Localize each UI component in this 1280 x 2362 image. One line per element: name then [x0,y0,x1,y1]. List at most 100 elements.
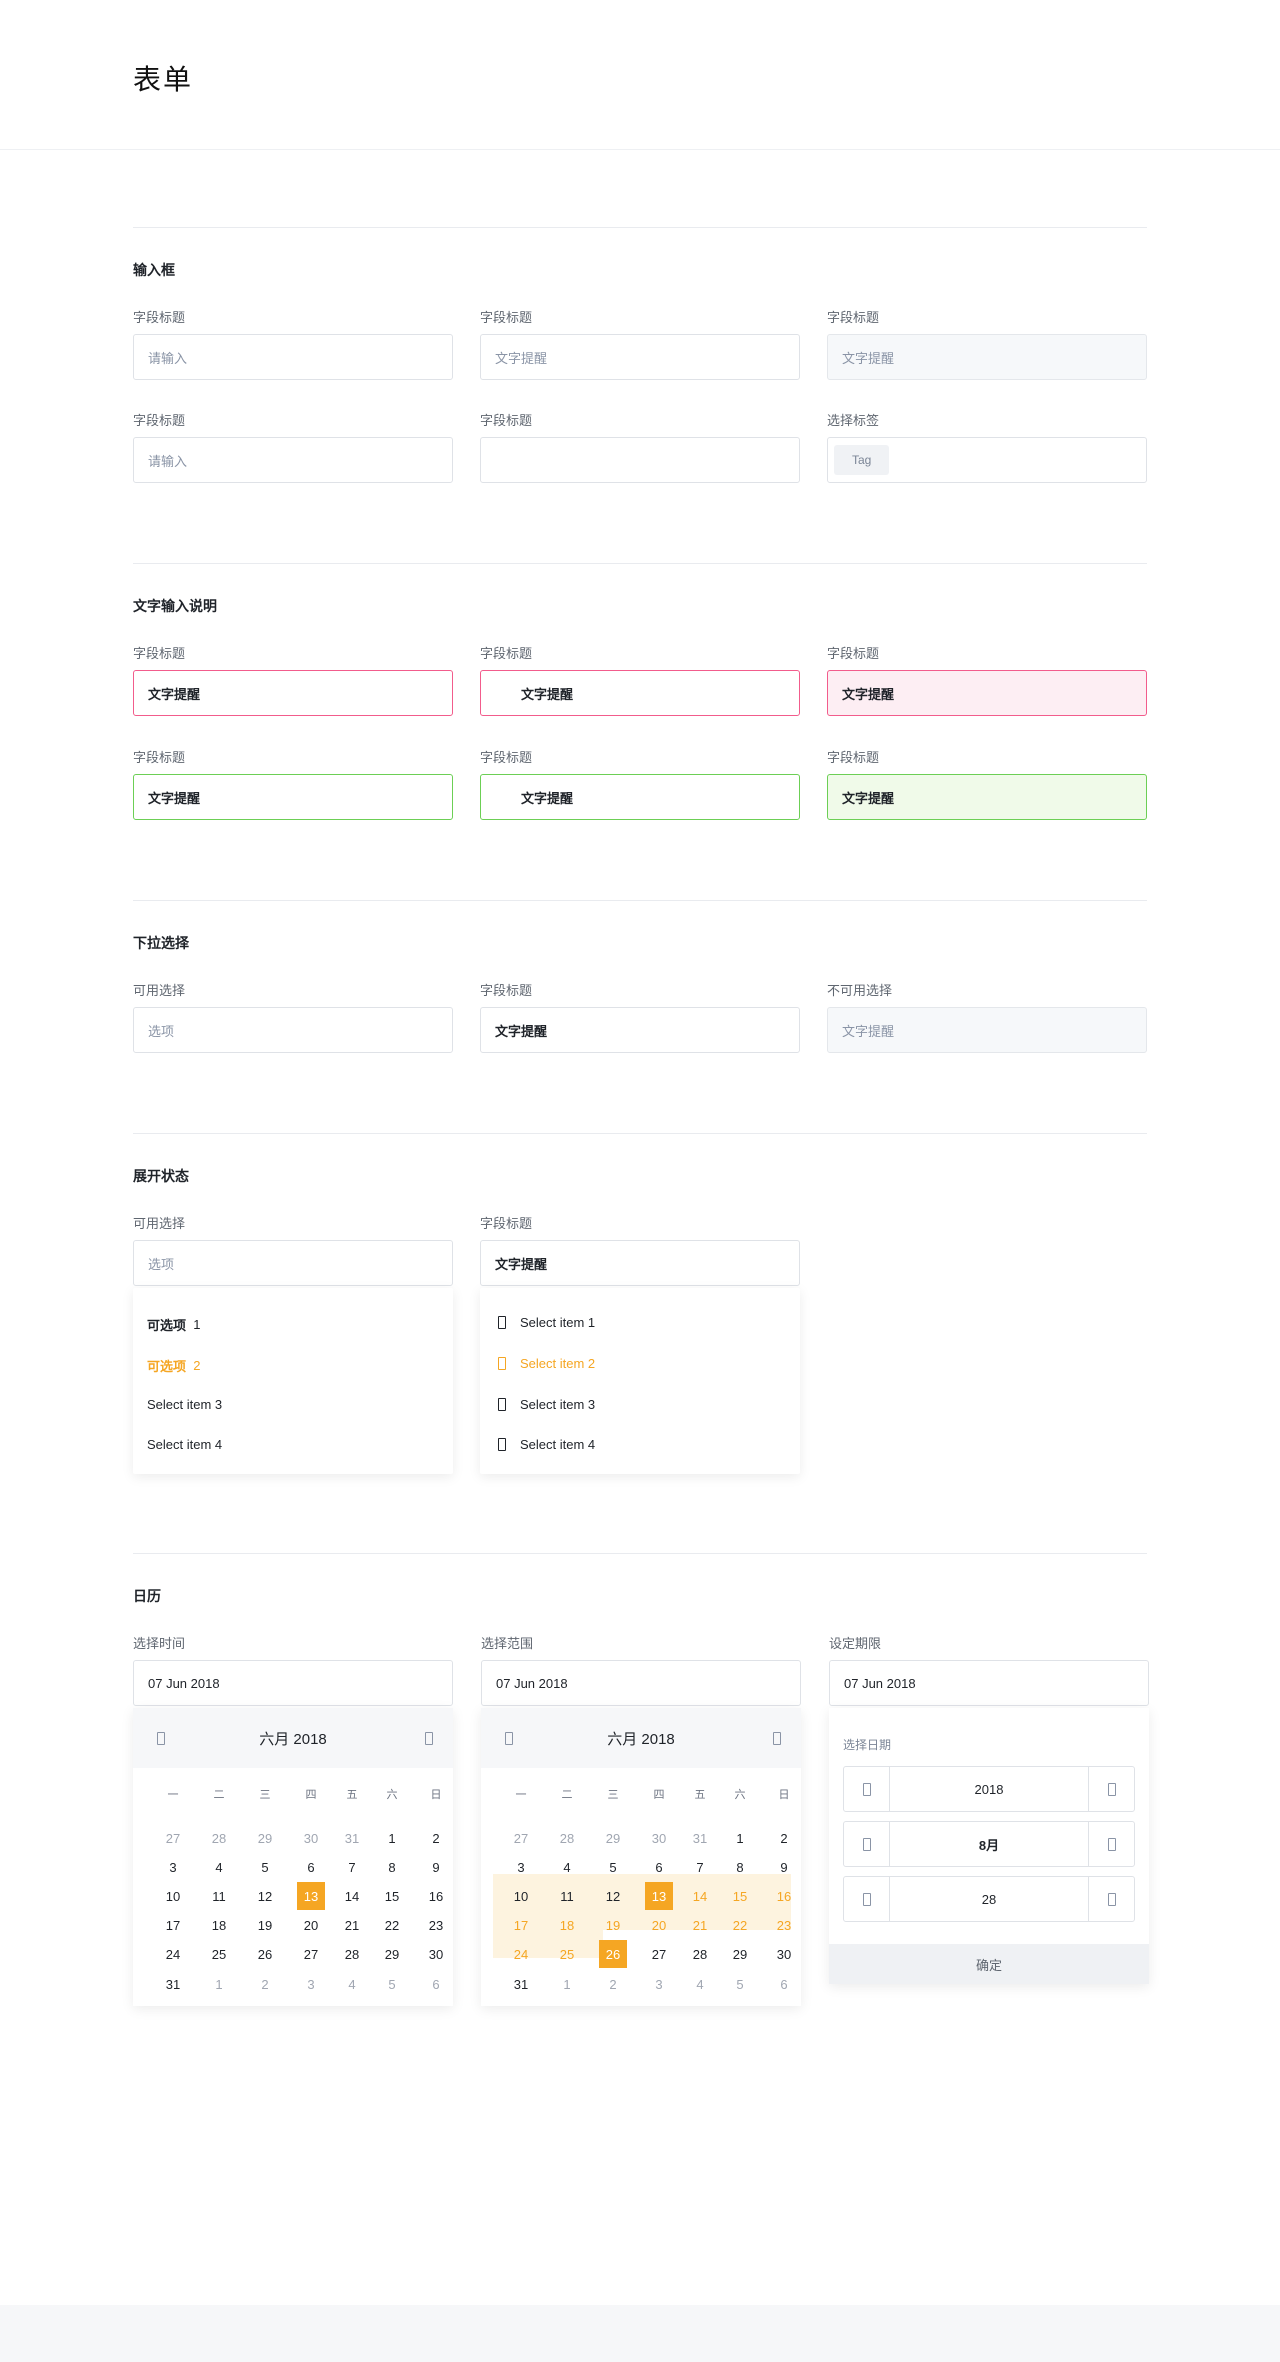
checkbox-option[interactable]: Select item 3 [494,1397,595,1412]
text-input[interactable]: 请输入 [133,334,453,380]
calendar-day[interactable]: 2 [770,1824,798,1852]
calendar-day[interactable]: 4 [553,1853,581,1881]
checkbox-option[interactable]: Select item 4 [494,1437,595,1452]
calendar-day[interactable]: 2 [599,1970,627,1998]
error-input-filled[interactable]: 文字提醒 [827,670,1147,716]
next-month-icon[interactable] [773,1732,781,1745]
calendar-day[interactable]: 31 [507,1970,535,1998]
calendar-day[interactable]: 18 [553,1911,581,1939]
calendar-day[interactable]: 19 [251,1911,279,1939]
checkbox-icon[interactable] [498,1357,506,1370]
calendar-day[interactable]: 29 [378,1940,406,1968]
calendar-day[interactable]: 27 [507,1824,535,1852]
calendar-day[interactable]: 7 [686,1853,714,1881]
tag-input[interactable]: Tag [827,437,1147,483]
calendar-day[interactable]: 23 [770,1911,798,1939]
next-month-icon[interactable] [425,1732,433,1745]
calendar-day[interactable]: 14 [686,1882,714,1910]
calendar-day[interactable]: 4 [338,1970,366,1998]
checkbox-icon[interactable] [498,1438,506,1451]
calendar-day[interactable]: 30 [770,1940,798,1968]
calendar-day[interactable]: 6 [422,1970,450,1998]
calendar-day[interactable]: 1 [553,1970,581,1998]
calendar-day[interactable]: 5 [378,1970,406,1998]
calendar-day[interactable]: 30 [297,1824,325,1852]
calendar-day[interactable]: 1 [726,1824,754,1852]
calendar-day[interactable]: 25 [205,1940,233,1968]
calendar-day[interactable]: 29 [251,1824,279,1852]
dropdown-option[interactable]: Select item 3 [147,1397,222,1412]
decrement-button[interactable] [844,1877,890,1921]
calendar-day[interactable]: 12 [599,1882,627,1910]
date-range-input[interactable]: 07 Jun 2018 [481,1660,801,1706]
decrement-button[interactable] [844,1822,890,1866]
calendar-day[interactable]: 31 [338,1824,366,1852]
calendar-day[interactable]: 11 [553,1882,581,1910]
calendar-day[interactable]: 5 [251,1853,279,1881]
calendar-day[interactable]: 4 [686,1970,714,1998]
calendar-day[interactable]: 22 [726,1911,754,1939]
calendar-day[interactable]: 28 [338,1940,366,1968]
dropdown-option[interactable]: 可选项 1 [147,1315,200,1334]
increment-button[interactable] [1088,1877,1134,1921]
calendar-day[interactable]: 8 [726,1853,754,1881]
calendar-day[interactable]: 18 [205,1911,233,1939]
calendar-day[interactable]: 27 [159,1824,187,1852]
multi-select-open[interactable]: 文字提醒 [480,1240,800,1286]
calendar-day[interactable]: 7 [338,1853,366,1881]
empty-input[interactable] [480,437,800,483]
increment-button[interactable] [1088,1767,1134,1811]
calendar-day[interactable]: 6 [645,1853,673,1881]
calendar-day[interactable]: 19 [599,1911,627,1939]
calendar-day[interactable]: 5 [726,1970,754,1998]
calendar-day[interactable]: 28 [205,1824,233,1852]
calendar-day[interactable]: 28 [553,1824,581,1852]
calendar-day[interactable]: 29 [599,1824,627,1852]
calendar-day[interactable]: 11 [205,1882,233,1910]
calendar-day[interactable]: 21 [686,1911,714,1939]
calendar-day[interactable]: 3 [507,1853,535,1881]
confirm-button[interactable]: 确定 [829,1944,1149,1984]
dropdown-option-active[interactable]: 可选项 2 [147,1356,200,1375]
calendar-day[interactable]: 6 [770,1970,798,1998]
success-input-filled[interactable]: 文字提醒 [827,774,1147,820]
select-dropdown[interactable]: 选项 [133,1007,453,1053]
date-input[interactable]: 07 Jun 2018 [133,1660,453,1706]
calendar-day[interactable]: 4 [205,1853,233,1881]
calendar-day[interactable]: 27 [645,1940,673,1968]
checkbox-option-active[interactable]: Select item 2 [494,1356,595,1371]
calendar-day-selected[interactable]: 13 [645,1882,673,1910]
calendar-day[interactable]: 1 [378,1824,406,1852]
calendar-day[interactable]: 10 [159,1882,187,1910]
calendar-day[interactable]: 2 [251,1970,279,1998]
calendar-day[interactable]: 17 [159,1911,187,1939]
success-input-indented[interactable]: 文字提醒 [480,774,800,820]
tag-chip[interactable]: Tag [834,445,890,475]
dropdown-option[interactable]: Select item 4 [147,1437,222,1452]
deadline-input[interactable]: 07 Jun 2018 [829,1660,1149,1706]
decrement-button[interactable] [844,1767,890,1811]
calendar-day[interactable]: 8 [378,1853,406,1881]
calendar-day[interactable]: 29 [726,1940,754,1968]
calendar-day[interactable]: 2 [422,1824,450,1852]
calendar-day[interactable]: 9 [422,1853,450,1881]
calendar-day[interactable]: 31 [159,1970,187,1998]
success-input[interactable]: 文字提醒 [133,774,453,820]
calendar-day[interactable]: 21 [338,1911,366,1939]
calendar-day[interactable]: 30 [422,1940,450,1968]
calendar-day[interactable]: 15 [726,1882,754,1910]
calendar-day[interactable]: 30 [645,1824,673,1852]
calendar-day[interactable]: 16 [422,1882,450,1910]
calendar-day[interactable]: 10 [507,1882,535,1910]
calendar-day[interactable]: 16 [770,1882,798,1910]
calendar-day[interactable]: 20 [645,1911,673,1939]
calendar-day[interactable]: 1 [205,1970,233,1998]
calendar-day[interactable]: 24 [507,1940,535,1968]
calendar-day[interactable]: 3 [645,1970,673,1998]
calendar-day[interactable]: 12 [251,1882,279,1910]
calendar-day[interactable]: 9 [770,1853,798,1881]
text-input[interactable]: 文字提醒 [480,334,800,380]
calendar-day-selected[interactable]: 13 [297,1882,325,1910]
select-dropdown-open[interactable]: 选项 [133,1240,453,1286]
calendar-day[interactable]: 23 [422,1911,450,1939]
